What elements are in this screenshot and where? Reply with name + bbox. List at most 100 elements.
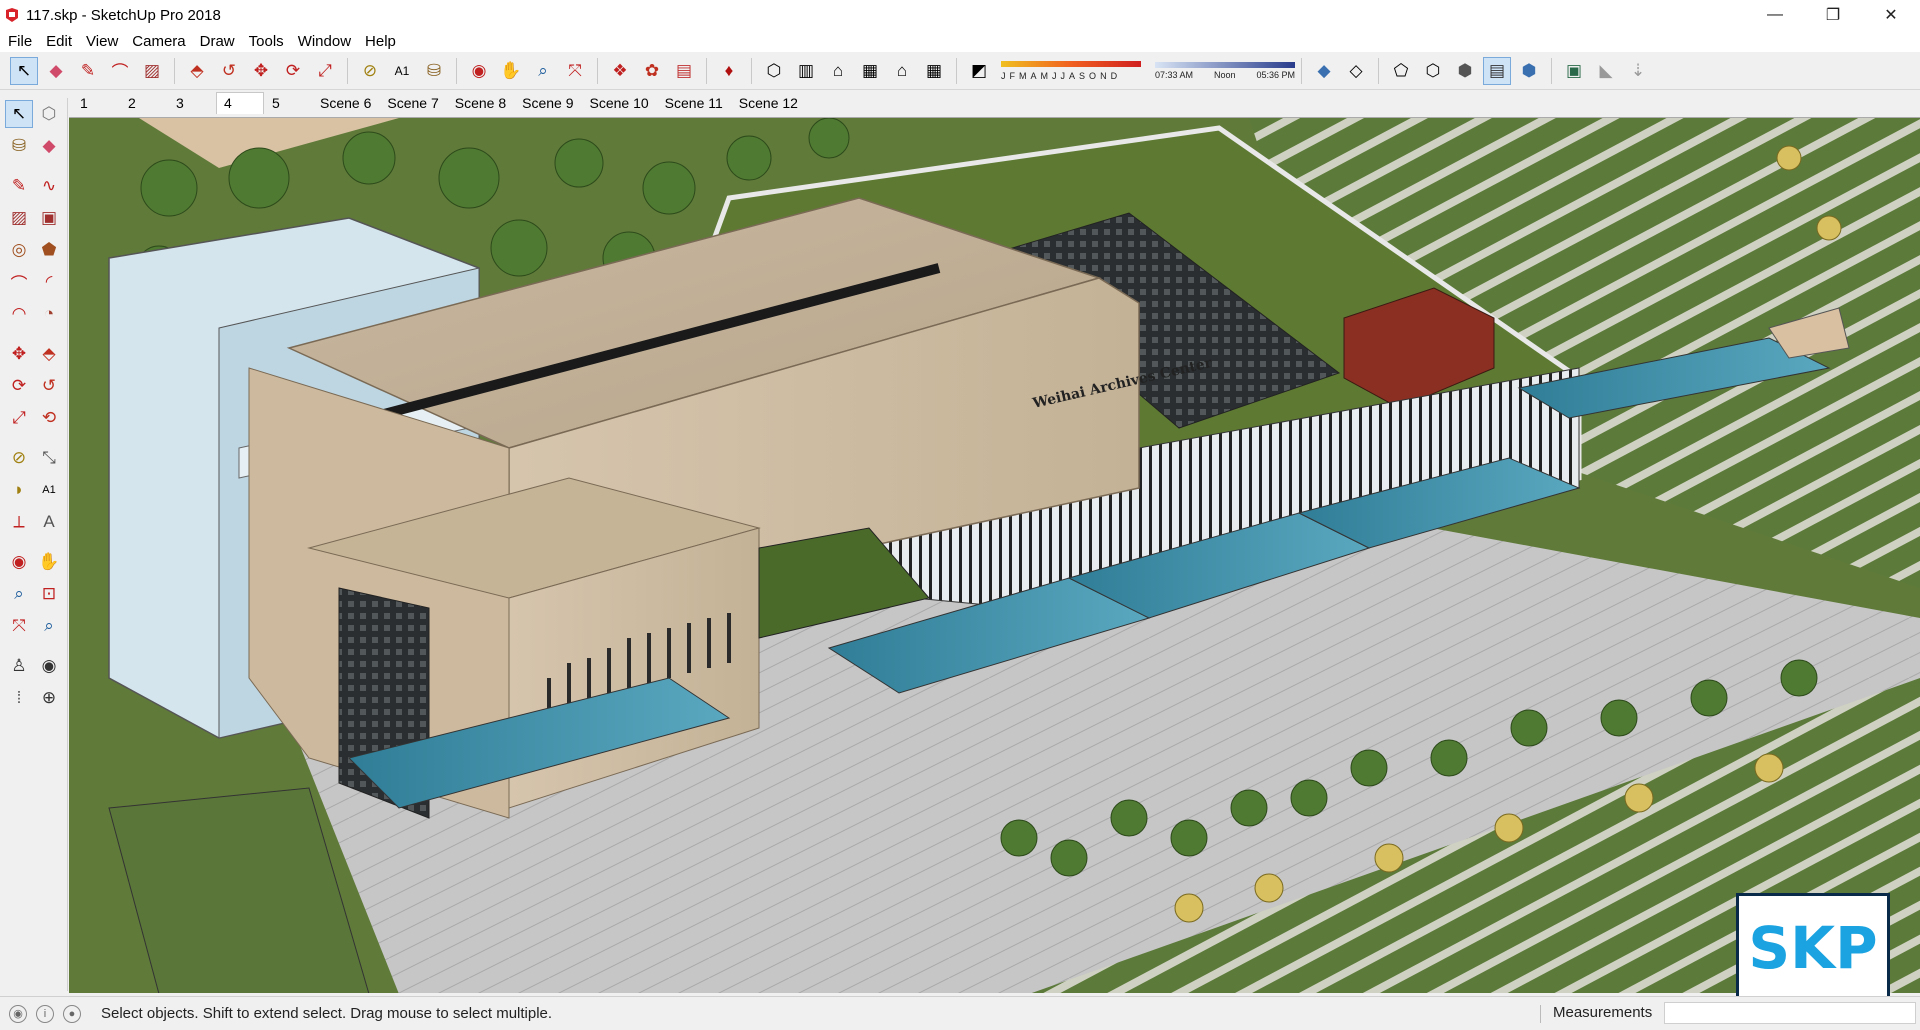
text-icon[interactable]: A1	[35, 476, 63, 504]
section-display-icon[interactable]: ◣	[1592, 57, 1620, 85]
back-edges-icon[interactable]: ◇	[1342, 57, 1370, 85]
previous-view-icon[interactable]: ⌕	[35, 612, 63, 640]
orbit-icon[interactable]: ◉	[5, 548, 33, 576]
scene-tab-active[interactable]: 4	[216, 92, 264, 114]
arc-icon[interactable]: ⌒	[5, 268, 33, 296]
warehouse-icon[interactable]: ❖	[606, 57, 634, 85]
two-point-arc-icon[interactable]: ◜	[35, 268, 63, 296]
pan-icon[interactable]: ✋	[497, 57, 525, 85]
menu-view[interactable]: View	[80, 33, 124, 50]
rotate-icon[interactable]: ⟳	[279, 57, 307, 85]
close-button[interactable]: ✕	[1862, 0, 1920, 30]
menu-camera[interactable]: Camera	[126, 33, 191, 50]
rectangle-icon[interactable]: ▨	[5, 204, 33, 232]
top-view-icon[interactable]: ▥	[792, 57, 820, 85]
ruby-icon[interactable]: ♦	[715, 57, 743, 85]
offset-icon[interactable]: ⟲	[35, 404, 63, 432]
scene-tab[interactable]: 2	[120, 92, 168, 114]
pie-icon[interactable]: ◔	[35, 300, 63, 328]
model-viewport[interactable]: Weihai Archives Center	[69, 117, 1920, 993]
push-pull-icon[interactable]: ⬘	[35, 340, 63, 368]
circle-icon[interactable]: ◎	[5, 236, 33, 264]
rotate-icon[interactable]: ⟳	[5, 372, 33, 400]
layout-icon[interactable]: ▤	[670, 57, 698, 85]
measurements-input[interactable]	[1664, 1002, 1916, 1024]
menu-file[interactable]: File	[2, 33, 38, 50]
month-slider[interactable]	[1001, 60, 1141, 67]
time-slider[interactable]	[1155, 61, 1295, 68]
extension-warehouse-icon[interactable]: ✿	[638, 57, 666, 85]
paint-bucket-icon[interactable]: ⛁	[420, 57, 448, 85]
scene-tab[interactable]: Scene 12	[731, 92, 806, 114]
text-icon[interactable]: A1	[388, 57, 416, 85]
polygon-icon[interactable]: ⬟	[35, 236, 63, 264]
zoom-extents-icon[interactable]: ⤧	[5, 612, 33, 640]
zoom-icon[interactable]: ⌕	[529, 57, 557, 85]
shaded-icon[interactable]: ⬢	[1451, 57, 1479, 85]
dimension-icon[interactable]: ⤡	[35, 444, 63, 472]
scene-tab[interactable]: Scene 9	[514, 92, 581, 114]
menu-help[interactable]: Help	[359, 33, 402, 50]
pan-icon[interactable]: ✋	[35, 548, 63, 576]
tape-measure-icon[interactable]: ⊘	[356, 57, 384, 85]
menu-edit[interactable]: Edit	[40, 33, 78, 50]
user-account-icon[interactable]: ●	[63, 1004, 81, 1023]
menu-draw[interactable]: Draw	[194, 33, 241, 50]
rotated-rectangle-icon[interactable]: ▣	[35, 204, 63, 232]
scale-icon[interactable]: ⤢	[311, 57, 339, 85]
rectangle-icon[interactable]: ▨	[138, 57, 166, 85]
section-plane-icon[interactable]: ▣	[1560, 57, 1588, 85]
scene-tab[interactable]: 3	[168, 92, 216, 114]
restore-button[interactable]: ❐	[1804, 0, 1862, 30]
follow-me-icon[interactable]: ↺	[215, 57, 243, 85]
pencil-icon[interactable]: ✎	[74, 57, 102, 85]
shadows-toggle-icon[interactable]: ◩	[965, 57, 993, 85]
menu-window[interactable]: Window	[292, 33, 357, 50]
three-point-arc-icon[interactable]: ◠	[5, 300, 33, 328]
move-icon[interactable]: ✥	[247, 57, 275, 85]
eraser-icon[interactable]: ◆	[42, 57, 70, 85]
arc-icon[interactable]: ⌒	[106, 57, 134, 85]
tape-measure-icon[interactable]: ⊘	[5, 444, 33, 472]
look-around-icon[interactable]: ◉	[35, 652, 63, 680]
follow-me-icon[interactable]: ↺	[35, 372, 63, 400]
geo-location-icon[interactable]: ◉	[9, 1004, 27, 1023]
move-icon[interactable]: ✥	[5, 340, 33, 368]
zoom-extents-icon[interactable]: ⤧	[561, 57, 589, 85]
protractor-icon[interactable]: ◗	[5, 476, 33, 504]
scene-tab[interactable]: 5	[264, 92, 312, 114]
hidden-line-icon[interactable]: ⬡	[1419, 57, 1447, 85]
position-camera-icon[interactable]: ♙	[5, 652, 33, 680]
eraser-icon[interactable]: ◆	[35, 132, 63, 160]
3d-text-icon[interactable]: A	[35, 508, 63, 536]
paint-bucket-icon[interactable]: ⛁	[5, 132, 33, 160]
scene-tab[interactable]: Scene 11	[657, 92, 731, 114]
left-view-icon[interactable]: ▦	[920, 57, 948, 85]
minimize-button[interactable]: —	[1746, 0, 1804, 30]
push-pull-icon[interactable]: ⬘	[183, 57, 211, 85]
shaded-textures-icon[interactable]: ▤	[1483, 56, 1511, 85]
line-icon[interactable]: ✎	[5, 172, 33, 200]
walk-icon[interactable]: ⁞	[5, 684, 33, 712]
back-view-icon[interactable]: ⌂	[888, 57, 916, 85]
select-icon[interactable]: ↖	[10, 56, 38, 85]
zoom-window-icon[interactable]: ⊡	[35, 580, 63, 608]
scale-icon[interactable]: ⤢	[5, 404, 33, 432]
make-component-icon[interactable]: ⬡	[35, 100, 63, 128]
front-view-icon[interactable]: ⌂	[824, 57, 852, 85]
xray-icon[interactable]: ◆	[1310, 57, 1338, 85]
freehand-icon[interactable]: ∿	[35, 172, 63, 200]
scene-tab[interactable]: 1	[72, 92, 120, 114]
right-view-icon[interactable]: ▦	[856, 57, 884, 85]
select-icon[interactable]: ↖	[5, 100, 33, 128]
orbit-icon[interactable]: ◉	[465, 57, 493, 85]
credits-icon[interactable]: i	[36, 1004, 54, 1023]
scene-tab[interactable]: Scene 6	[312, 92, 379, 114]
scene-tab[interactable]: Scene 7	[379, 92, 446, 114]
zoom-icon[interactable]: ⌕	[5, 580, 33, 608]
section-plane-icon[interactable]: ⊕	[35, 684, 63, 712]
iso-view-icon[interactable]: ⬡	[760, 57, 788, 85]
monochrome-icon[interactable]: ⬢	[1515, 57, 1543, 85]
scene-tab[interactable]: Scene 8	[447, 92, 514, 114]
axes-icon[interactable]: ⟂	[5, 508, 33, 536]
